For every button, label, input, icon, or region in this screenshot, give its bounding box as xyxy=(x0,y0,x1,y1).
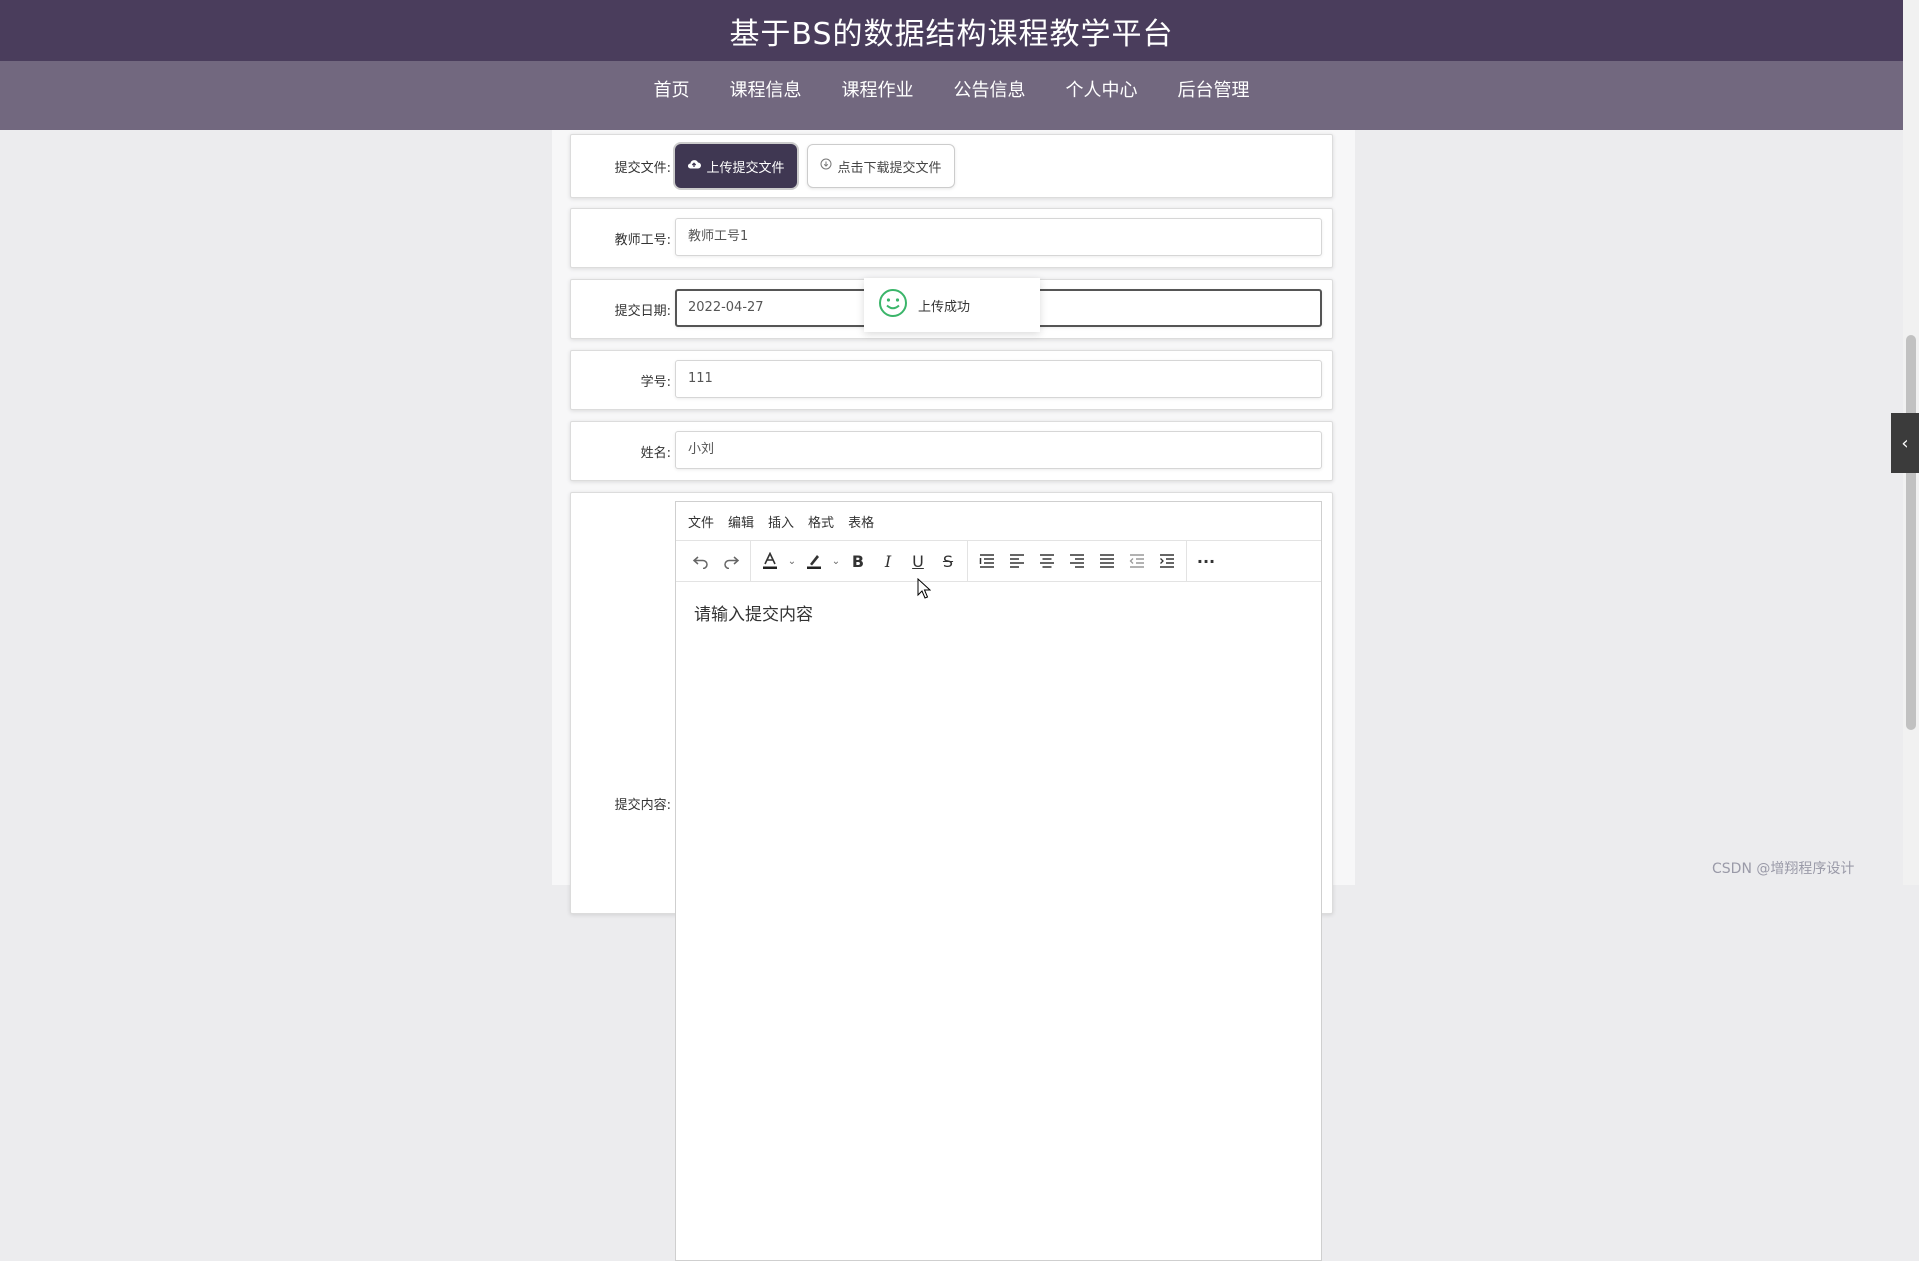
undo-icon[interactable] xyxy=(686,546,716,576)
align-justify-icon[interactable] xyxy=(1092,546,1122,576)
row-student-id: 学号: 111 xyxy=(570,350,1333,410)
strikethrough-icon[interactable]: S xyxy=(933,546,963,576)
nav-item-course-info[interactable]: 课程信息 xyxy=(710,61,822,130)
editor-menubar: 文件 编辑 插入 格式 表格 xyxy=(676,502,1321,541)
nav-item-personal-center[interactable]: 个人中心 xyxy=(1046,61,1158,130)
align-right-icon[interactable] xyxy=(1062,546,1092,576)
menu-edit[interactable]: 编辑 xyxy=(728,512,754,531)
row-teacher-id: 教师工号: 教师工号1 xyxy=(570,208,1333,268)
upload-file-button[interactable]: 上传提交文件 xyxy=(675,144,797,188)
chevron-left-icon: ‹ xyxy=(1901,432,1909,454)
smile-icon xyxy=(878,288,908,322)
label-submit-date: 提交日期: xyxy=(614,304,671,319)
nav-item-homework[interactable]: 课程作业 xyxy=(821,61,934,139)
editor-toolbar: ⌄ ⌄ B I U S ··· xyxy=(676,541,1321,582)
label-submit-file: 提交文件: xyxy=(614,161,671,176)
row-submit-content: 提交内容: 文件 编辑 插入 格式 表格 ⌄ ⌄ B I U S ··· 请输入… xyxy=(570,492,1333,1261)
bold-icon[interactable]: B xyxy=(843,546,873,576)
nav-item-home[interactable]: 首页 xyxy=(634,61,710,130)
csdn-watermark: CSDN @增翔程序设计 xyxy=(1712,861,1855,877)
label-teacher-id: 教师工号: xyxy=(614,233,671,248)
download-circle-icon xyxy=(820,158,832,174)
nav-item-announcements[interactable]: 公告信息 xyxy=(934,61,1046,130)
menu-format[interactable]: 格式 xyxy=(808,512,834,531)
download-file-label: 点击下载提交文件 xyxy=(837,160,942,176)
indent-icon[interactable] xyxy=(1152,546,1182,576)
site-title: 基于BS的数据结构课程教学平台 xyxy=(729,16,1174,52)
toolbar-group-more: ··· xyxy=(1187,541,1225,581)
nav-item-admin[interactable]: 后台管理 xyxy=(1158,61,1270,130)
italic-icon[interactable]: I xyxy=(873,546,903,576)
menu-file[interactable]: 文件 xyxy=(688,512,714,531)
row-submit-file: 提交文件: 上传提交文件 点击下载提交文件 xyxy=(570,134,1333,198)
toolbar-group-history xyxy=(682,541,751,581)
menu-table[interactable]: 表格 xyxy=(848,512,874,531)
toolbar-group-color: ⌄ ⌄ B I U S xyxy=(751,541,968,581)
main-nav: 首页 课程信息 课程作业 公告信息 个人中心 后台管理 xyxy=(0,61,1903,139)
underline-icon[interactable]: U xyxy=(903,546,933,576)
student-name-input[interactable]: 小刘 xyxy=(675,431,1322,469)
toast-message: 上传成功 xyxy=(918,299,971,315)
chevron-down-icon[interactable]: ⌄ xyxy=(829,546,843,576)
download-file-button[interactable]: 点击下载提交文件 xyxy=(807,144,955,188)
upload-file-label: 上传提交文件 xyxy=(706,160,785,176)
teacher-id-input[interactable]: 教师工号1 xyxy=(675,218,1322,256)
cloud-upload-icon xyxy=(687,158,702,174)
success-toast: 上传成功 xyxy=(864,278,1040,332)
editor-content-area[interactable]: 请输入提交内容 xyxy=(676,582,1321,643)
title-bar: 基于BS的数据结构课程教学平台 xyxy=(0,0,1903,61)
form-panel: 提交文件: 上传提交文件 点击下载提交文件 教师工号: 教师工号1 提交日期: … xyxy=(552,130,1355,1261)
mouse-cursor-icon xyxy=(917,577,932,604)
outdent-icon[interactable] xyxy=(1122,546,1152,576)
row-student-name: 姓名: 小刘 xyxy=(570,421,1333,481)
label-student-id: 学号: xyxy=(640,375,671,390)
text-color-icon[interactable] xyxy=(755,546,785,576)
menu-insert[interactable]: 插入 xyxy=(768,512,794,531)
student-id-input[interactable]: 111 xyxy=(675,360,1322,398)
highlight-color-icon[interactable] xyxy=(799,546,829,576)
align-center-icon[interactable] xyxy=(1032,546,1062,576)
toolbar-group-align xyxy=(968,541,1187,581)
label-submit-content: 提交内容: xyxy=(614,798,671,813)
scrollbar-thumb[interactable] xyxy=(1906,335,1916,730)
rich-text-editor: 文件 编辑 插入 格式 表格 ⌄ ⌄ B I U S ··· 请输入提交内容 xyxy=(675,501,1322,1261)
chevron-down-icon[interactable]: ⌄ xyxy=(785,546,799,576)
redo-icon[interactable] xyxy=(716,546,746,576)
side-panel-toggle[interactable]: ‹ xyxy=(1891,413,1919,473)
line-height-icon[interactable] xyxy=(972,546,1002,576)
label-student-name: 姓名: xyxy=(640,446,671,461)
editor-placeholder: 请输入提交内容 xyxy=(694,605,813,625)
more-icon[interactable]: ··· xyxy=(1191,546,1221,576)
align-left-icon[interactable] xyxy=(1002,546,1032,576)
